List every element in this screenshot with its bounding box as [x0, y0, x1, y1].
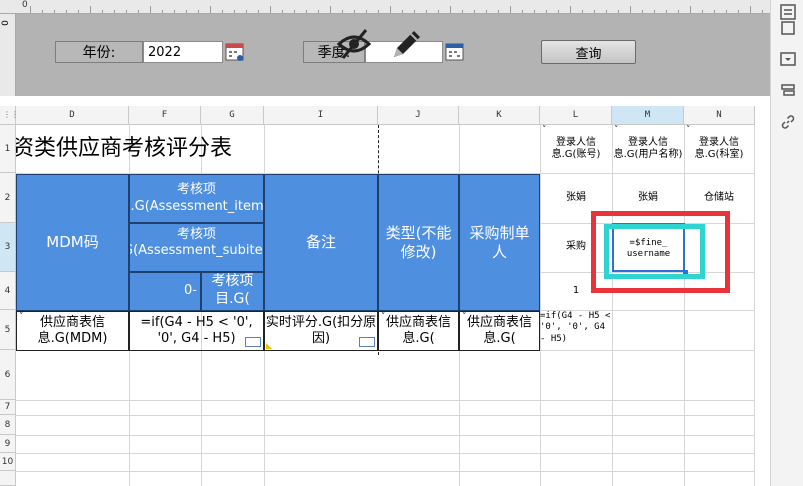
cell-m3-formula-line1: =$fine_ — [629, 237, 668, 248]
cell-fg5[interactable]: =if(G4 - H5 < '0', '0', G4 - H5) — [129, 311, 264, 351]
layers-icon[interactable] — [780, 82, 796, 98]
row-header-7[interactable]: 7 — [0, 400, 16, 415]
ruler-tick — [90, 6, 91, 13]
ruler-zero-label: 0 — [22, 0, 28, 10]
cell-i5[interactable]: 实时评分.G(扣分原因) — [264, 311, 378, 351]
cell-fg5-text: =if(G4 - H5 < '0', '0', G4 - H5) — [140, 314, 253, 346]
report-title-cell[interactable]: 资类供应商考核评分表 — [16, 125, 276, 173]
report-title: 资类供应商考核评分表 — [16, 136, 233, 162]
calendar-icon[interactable] — [225, 41, 245, 63]
year-input[interactable]: 2022 — [143, 41, 223, 63]
calendar-icon[interactable] — [445, 41, 465, 63]
year-label: 年份: — [55, 41, 143, 63]
row-header-10[interactable]: 10 — [0, 453, 16, 471]
cell-d5-text: 供应商表信息.G(MDM) — [37, 314, 108, 346]
column-header-g[interactable]: G — [201, 106, 264, 125]
ruler-tick — [510, 6, 511, 13]
column-header-l[interactable]: L — [540, 106, 612, 125]
cell-d5[interactable]: ˅ 供应商表信息.G(MDM) — [16, 311, 129, 351]
gridline — [16, 435, 755, 436]
cell-l1[interactable]: ˅ 登录人信息.G(账号) — [540, 125, 612, 173]
cell-g4[interactable]: 考核项目.G( — [201, 272, 264, 311]
column-header-n[interactable]: N — [684, 106, 755, 125]
ruler-zero-label-vertical: 0 — [0, 20, 11, 26]
link-icon[interactable] — [780, 114, 796, 130]
row-header-1[interactable]: 1 — [0, 125, 16, 173]
gridline — [16, 453, 755, 454]
cell-l1-text: 登录人信息.G(账号) — [551, 136, 601, 161]
horizontal-ruler: 0 — [0, 0, 770, 14]
gridline — [754, 125, 755, 486]
expand-icon[interactable] — [245, 337, 261, 347]
pencil-icon[interactable] — [389, 28, 423, 62]
cell-k5[interactable]: ˅ 供应商表信息.G( — [459, 311, 540, 351]
row-header-5[interactable]: 5 — [0, 310, 16, 350]
column-header-m[interactable]: M — [612, 106, 684, 125]
column-header-i[interactable]: I — [264, 106, 378, 125]
expand-icon[interactable] — [359, 337, 375, 347]
row-header-2[interactable]: 2 — [0, 173, 16, 223]
ruler-tick — [390, 6, 391, 13]
cell-m1-text: 登录人信息.G(用户名称) — [613, 136, 683, 161]
ruler-tick — [210, 6, 211, 13]
buyer-header-cell[interactable]: 采购制单人 — [459, 174, 540, 311]
gridline — [16, 471, 755, 472]
assessment-subitems-cell[interactable]: 考核项目.G(Assessment_subitems) — [129, 223, 264, 272]
column-header-f[interactable]: F — [129, 106, 201, 125]
row-header-8[interactable]: 8 — [0, 415, 16, 435]
cell-attribute-icon[interactable] — [780, 4, 796, 20]
gridline — [16, 400, 755, 401]
dropdown-widget-icon[interactable] — [780, 51, 796, 67]
cell-j5[interactable]: ˅ 供应商表信息.G( — [378, 311, 459, 351]
row-header-9[interactable]: 9 — [0, 435, 16, 453]
ruler-tick — [750, 6, 751, 13]
row-header-11[interactable] — [0, 471, 16, 486]
cell-l5[interactable]: =if(G4 - H5 < '0', '0', G4 - H5) — [540, 311, 612, 351]
assessment-items-cell[interactable]: 考核项目.G(Assessment_items) — [129, 174, 264, 223]
cell-m3-formula: =$fine_ username — [612, 230, 685, 268]
ruler-tick — [330, 6, 331, 13]
eye-slash-icon[interactable] — [336, 27, 372, 61]
grid-corner[interactable]: ⋮⋮ — [0, 106, 19, 125]
square-icon[interactable] — [780, 20, 796, 36]
remark-header-cell[interactable]: 备注 — [264, 174, 378, 311]
ruler-tick — [270, 6, 271, 13]
cell-f4[interactable]: 0- — [129, 272, 201, 311]
cell-j5-text: 供应商表信息.G( — [385, 314, 451, 346]
vertical-ruler: 0 — [0, 14, 16, 96]
row-header-3[interactable]: 3 — [0, 223, 16, 272]
ruler-tick — [630, 6, 631, 13]
report-grid[interactable]: ⋮⋮ D F G I J K L M N 1 2 3 4 5 6 7 8 9 1… — [0, 106, 755, 486]
query-button[interactable]: 查询 — [541, 40, 636, 64]
column-header-d[interactable]: D — [16, 106, 129, 125]
ruler-tick — [30, 6, 31, 13]
ruler-tick — [690, 6, 691, 13]
ruler-tick — [150, 6, 151, 13]
ruler-tick — [570, 6, 571, 13]
column-header-j[interactable]: J — [378, 106, 459, 125]
type-header-cell[interactable]: 类型(不能修改) — [378, 174, 459, 311]
cell-m1[interactable]: ˅ 登录人信息.G(用户名称) — [612, 125, 684, 173]
gridline — [16, 415, 755, 416]
column-header-k[interactable]: K — [459, 106, 540, 125]
cell-n1[interactable]: ˅ 登录人信息.G(科室) — [684, 125, 754, 173]
mdm-header-cell[interactable]: MDM码 — [16, 174, 129, 311]
row-header-6[interactable]: 6 — [0, 350, 16, 400]
row-header-4[interactable]: 4 — [0, 272, 16, 310]
ruler-tick — [450, 6, 451, 13]
cell-n1-text: 登录人信息.G(科室) — [694, 136, 744, 161]
cell-k5-text: 供应商表信息.G( — [466, 314, 532, 346]
parameter-panel: 年份: 2022 季度: 查询 — [16, 14, 770, 96]
right-toolbar — [770, 0, 803, 486]
comment-marker-icon — [266, 343, 272, 349]
cell-m3-formula-line2: username — [626, 249, 671, 259]
